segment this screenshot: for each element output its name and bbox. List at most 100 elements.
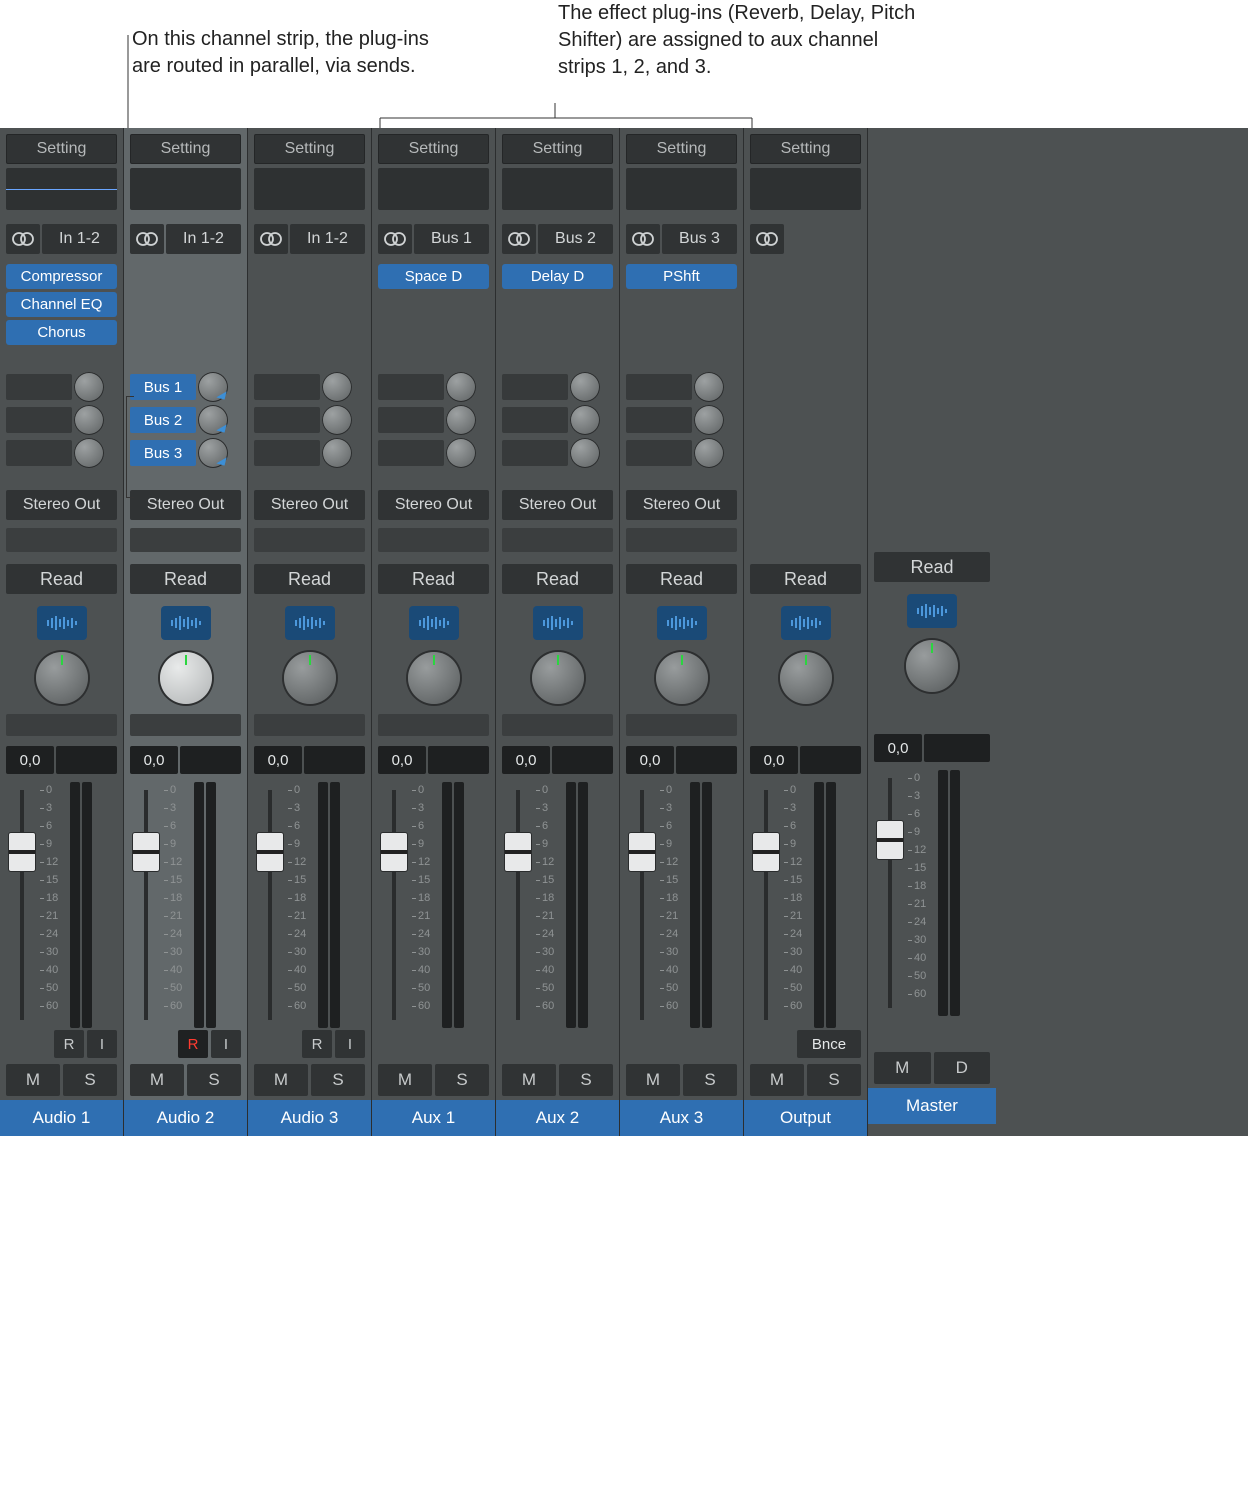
fader-cap[interactable] <box>8 832 36 872</box>
send-slot[interactable] <box>254 374 320 400</box>
group-slot[interactable] <box>378 528 489 552</box>
pan-knob[interactable] <box>160 652 212 704</box>
waveform-icon[interactable] <box>907 594 957 628</box>
gain-value[interactable]: 0,0 <box>130 746 178 774</box>
setting-button[interactable]: Setting <box>750 134 861 164</box>
solo-button[interactable]: S <box>311 1064 365 1096</box>
send-slot[interactable] <box>626 440 692 466</box>
automation-mode[interactable]: Read <box>874 552 990 582</box>
bounce-button[interactable]: Bnce <box>797 1030 861 1058</box>
stereo-icon[interactable] <box>502 224 536 254</box>
waveform-icon[interactable] <box>161 606 211 640</box>
send-knob[interactable] <box>570 372 600 402</box>
send-slot[interactable] <box>378 440 444 466</box>
pan-knob[interactable] <box>532 652 584 704</box>
dim-button[interactable]: D <box>934 1052 991 1084</box>
vca-slot[interactable] <box>254 714 365 736</box>
input-monitor-button[interactable]: I <box>211 1030 241 1058</box>
solo-button[interactable]: S <box>559 1064 613 1096</box>
stereo-icon[interactable] <box>254 224 288 254</box>
pan-knob[interactable] <box>906 640 958 692</box>
gain-value[interactable]: 0,0 <box>874 734 922 762</box>
stereo-icon[interactable] <box>750 224 784 254</box>
stereo-icon[interactable] <box>6 224 40 254</box>
send-slot[interactable] <box>502 374 568 400</box>
pan-knob[interactable] <box>780 652 832 704</box>
send-slot[interactable] <box>6 440 72 466</box>
vca-slot[interactable] <box>6 714 117 736</box>
record-enable-button[interactable]: R <box>302 1030 332 1058</box>
channel-name[interactable]: Audio 2 <box>124 1100 247 1136</box>
pan-knob[interactable] <box>36 652 88 704</box>
send-knob[interactable] <box>694 405 724 435</box>
send-slot[interactable] <box>502 407 568 433</box>
automation-mode[interactable]: Read <box>378 564 489 594</box>
mute-button[interactable]: M <box>874 1052 931 1084</box>
record-enable-button[interactable]: R <box>54 1030 84 1058</box>
setting-button[interactable]: Setting <box>254 134 365 164</box>
send-slot[interactable] <box>378 374 444 400</box>
send-slot[interactable] <box>6 374 72 400</box>
send-slot[interactable] <box>502 440 568 466</box>
gain-value[interactable]: 0,0 <box>502 746 550 774</box>
fader-cap[interactable] <box>628 832 656 872</box>
input-monitor-button[interactable]: I <box>335 1030 365 1058</box>
send-knob[interactable] <box>322 438 352 468</box>
channel-strip[interactable]: SettingIn 1-2Stereo OutRead0,00369121518… <box>248 128 372 1136</box>
automation-mode[interactable]: Read <box>130 564 241 594</box>
plugin-slot[interactable]: Space D <box>378 264 489 289</box>
channel-strip[interactable]: SettingRead0,00369121518212430405060Bnce… <box>744 128 868 1136</box>
peak-readout[interactable] <box>56 746 117 774</box>
group-slot[interactable] <box>130 528 241 552</box>
channel-name[interactable]: Aux 2 <box>496 1100 619 1136</box>
waveform-icon[interactable] <box>409 606 459 640</box>
output-slot[interactable]: Stereo Out <box>6 490 117 520</box>
channel-strip[interactable]: Read0,00369121518212430405060MDMaster <box>868 128 996 1136</box>
send-knob[interactable] <box>198 372 228 402</box>
input-monitor-button[interactable]: I <box>87 1030 117 1058</box>
vca-slot[interactable] <box>502 714 613 736</box>
eq-thumbnail[interactable] <box>6 168 117 210</box>
channel-strip[interactable]: SettingBus 1Space DStereo OutRead0,00369… <box>372 128 496 1136</box>
input-label[interactable]: Bus 1 <box>414 224 489 254</box>
mute-button[interactable]: M <box>502 1064 556 1096</box>
channel-strip[interactable]: SettingIn 1-2CompressorChannel EQChorusS… <box>0 128 124 1136</box>
send-knob[interactable] <box>694 438 724 468</box>
automation-mode[interactable]: Read <box>254 564 365 594</box>
send-knob[interactable] <box>198 438 228 468</box>
send-slot[interactable]: Bus 1 <box>130 374 196 400</box>
automation-mode[interactable]: Read <box>502 564 613 594</box>
fader-cap[interactable] <box>132 832 160 872</box>
group-slot[interactable] <box>6 528 117 552</box>
channel-strip[interactable]: SettingBus 2Delay DStereo OutRead0,00369… <box>496 128 620 1136</box>
waveform-icon[interactable] <box>657 606 707 640</box>
channel-strip[interactable]: SettingIn 1-2Bus 1Bus 2Bus 3Stereo OutRe… <box>124 128 248 1136</box>
send-knob[interactable] <box>74 405 104 435</box>
input-label[interactable]: In 1-2 <box>166 224 241 254</box>
pan-knob[interactable] <box>656 652 708 704</box>
send-knob[interactable] <box>322 405 352 435</box>
plugin-slot[interactable]: Chorus <box>6 320 117 345</box>
send-slot[interactable] <box>6 407 72 433</box>
solo-button[interactable]: S <box>63 1064 117 1096</box>
send-slot[interactable]: Bus 2 <box>130 407 196 433</box>
channel-strip[interactable]: SettingBus 3PShftStereo OutRead0,0036912… <box>620 128 744 1136</box>
mute-button[interactable]: M <box>6 1064 60 1096</box>
send-knob[interactable] <box>570 405 600 435</box>
record-enable-button[interactable]: R <box>178 1030 208 1058</box>
fader-cap[interactable] <box>256 832 284 872</box>
solo-button[interactable]: S <box>435 1064 489 1096</box>
send-knob[interactable] <box>74 438 104 468</box>
eq-thumbnail[interactable] <box>626 168 737 210</box>
setting-button[interactable]: Setting <box>6 134 117 164</box>
channel-name[interactable]: Output <box>744 1100 867 1136</box>
gain-value[interactable]: 0,0 <box>626 746 674 774</box>
plugin-slot[interactable]: PShft <box>626 264 737 289</box>
mute-button[interactable]: M <box>378 1064 432 1096</box>
gain-value[interactable]: 0,0 <box>378 746 426 774</box>
send-knob[interactable] <box>446 405 476 435</box>
mute-button[interactable]: M <box>254 1064 308 1096</box>
send-knob[interactable] <box>446 438 476 468</box>
send-knob[interactable] <box>74 372 104 402</box>
fader-cap[interactable] <box>504 832 532 872</box>
